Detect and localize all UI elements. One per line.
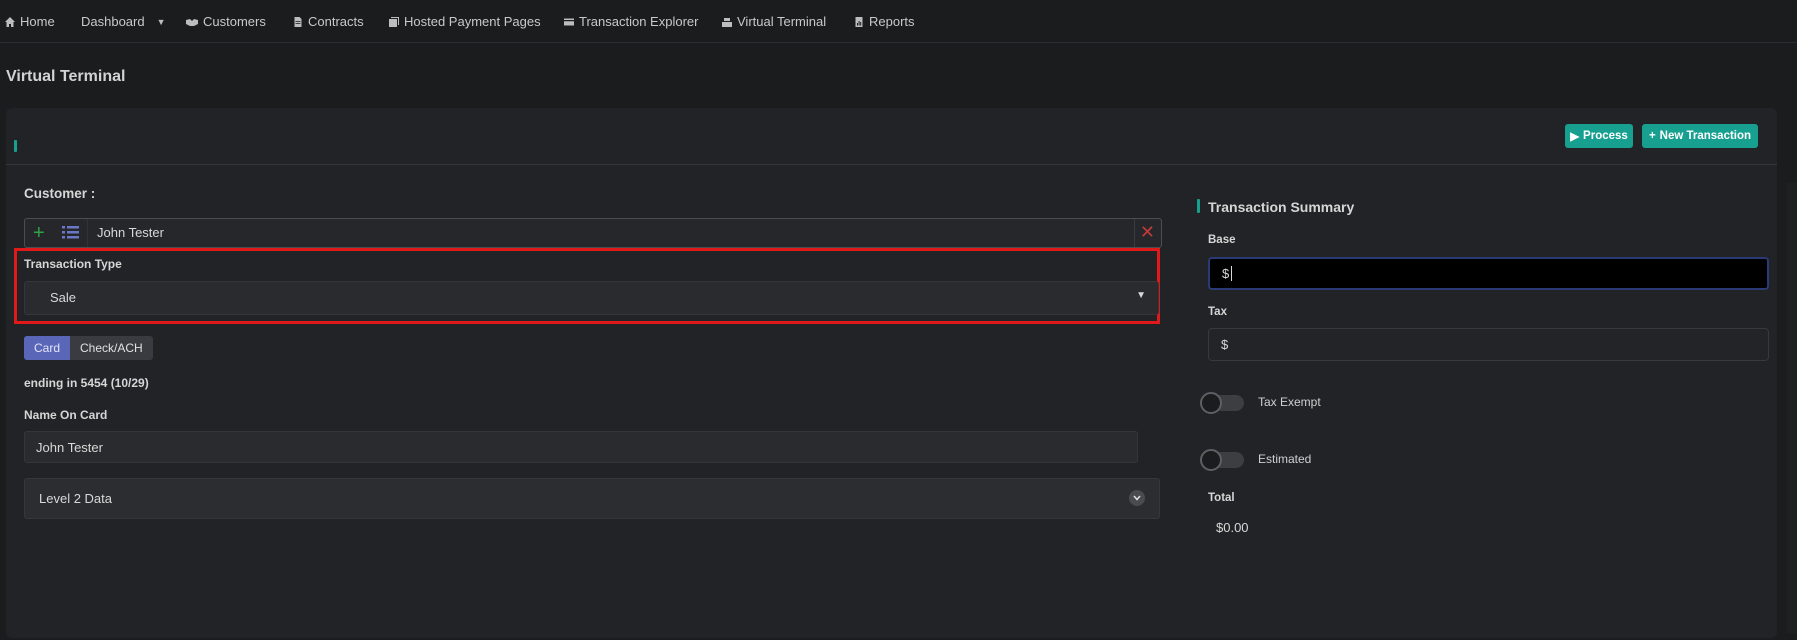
summary-accent-bar: [1197, 199, 1200, 213]
nav-transaction-explorer-label: Transaction Explorer: [579, 14, 699, 29]
nav-reports-label: Reports: [869, 14, 915, 29]
chevron-down-icon: [1129, 490, 1145, 506]
report-icon: [855, 16, 863, 27]
card-edge: [1787, 183, 1797, 633]
tax-exempt-toggle[interactable]: [1200, 392, 1244, 414]
nav-virtual-terminal-label: Virtual Terminal: [737, 14, 827, 29]
nav-hosted-payment-pages-label: Hosted Payment Pages: [404, 14, 541, 29]
caret-down-icon: ▼: [156, 16, 166, 27]
estimated-toggle[interactable]: [1200, 449, 1244, 471]
customer-box-divider: [87, 219, 88, 247]
base-currency-symbol: $: [1222, 266, 1230, 281]
tax-exempt-label: Tax Exempt: [1258, 395, 1321, 409]
transaction-summary-title: Transaction Summary: [1208, 199, 1355, 215]
plus-icon: +: [1648, 130, 1656, 142]
nav-home[interactable]: Home: [4, 14, 55, 29]
home-icon: [5, 16, 15, 27]
total-label: Total: [1208, 492, 1235, 504]
customer-name: John Tester: [97, 225, 164, 240]
transaction-type-label: Transaction Type: [24, 257, 122, 271]
customer-label: Customer :: [24, 186, 96, 201]
page-title: Virtual Terminal: [6, 68, 126, 85]
pages-icon: [389, 16, 399, 27]
tab-check-ach[interactable]: Check/ACH: [70, 336, 153, 360]
play-icon: ▶: [1570, 131, 1580, 143]
name-on-card-label: Name On Card: [24, 408, 108, 422]
handshake-icon: [186, 18, 198, 26]
nav-contracts[interactable]: Contracts: [292, 14, 364, 29]
cash-register-icon: [722, 17, 732, 27]
payment-method-tabs: Card Check/ACH: [24, 336, 153, 360]
header-accent-bar: [14, 140, 17, 152]
nav-hosted-payment-pages[interactable]: Hosted Payment Pages: [388, 14, 541, 29]
level-2-data-label: Level 2 Data: [39, 491, 112, 506]
nav-transaction-explorer[interactable]: Transaction Explorer: [563, 14, 698, 29]
customer-selector[interactable]: + John Tester ✕: [24, 218, 1162, 248]
nav-customers[interactable]: Customers: [185, 14, 266, 29]
tax-label: Tax: [1208, 306, 1227, 318]
name-on-card-input[interactable]: [24, 431, 1138, 463]
level-2-data-accordion[interactable]: Level 2 Data: [24, 478, 1160, 519]
nav-virtual-terminal[interactable]: Virtual Terminal: [721, 14, 826, 29]
card-ending-text: ending in 5454 (10/29): [24, 376, 149, 390]
transaction-type-value: Sale: [50, 290, 77, 305]
new-transaction-button[interactable]: + New Transaction: [1642, 124, 1758, 148]
transaction-type-select[interactable]: Sale ▼: [24, 281, 1159, 315]
dropdown-arrow-icon: ▼: [1136, 290, 1146, 301]
base-amount-input[interactable]: $: [1208, 257, 1769, 290]
virtual-terminal-card: [6, 108, 1777, 638]
credit-card-icon: [564, 18, 574, 25]
clear-customer-icon[interactable]: ✕: [1140, 222, 1155, 242]
top-navbar: Home Dashboard ▼ Customers Contracts Hos…: [0, 0, 1797, 43]
nav-home-label: Home: [20, 14, 55, 29]
estimated-label: Estimated: [1258, 452, 1312, 466]
nav-reports[interactable]: Reports: [853, 14, 915, 29]
process-button[interactable]: ▶ Process: [1565, 124, 1633, 148]
card-header-divider: [6, 164, 1777, 165]
tab-card[interactable]: Card: [24, 336, 71, 360]
nav-contracts-label: Contracts: [308, 14, 364, 29]
process-button-label: Process: [1583, 130, 1628, 142]
base-label: Base: [1208, 234, 1236, 246]
text-cursor: [1231, 266, 1233, 281]
tax-currency-symbol: $: [1221, 337, 1229, 352]
toggle-knob: [1200, 392, 1222, 414]
document-icon: [294, 16, 302, 27]
total-value: $0.00: [1216, 520, 1249, 535]
tax-amount-input[interactable]: $: [1208, 328, 1769, 361]
nav-customers-label: Customers: [203, 14, 266, 29]
toggle-knob: [1200, 449, 1222, 471]
add-customer-icon[interactable]: +: [33, 223, 45, 243]
new-transaction-button-label: New Transaction: [1659, 130, 1752, 142]
clear-divider: [1134, 219, 1135, 247]
customer-list-icon[interactable]: [61, 223, 81, 241]
nav-dashboard[interactable]: Dashboard ▼: [81, 14, 166, 29]
nav-dashboard-label: Dashboard: [81, 14, 145, 29]
